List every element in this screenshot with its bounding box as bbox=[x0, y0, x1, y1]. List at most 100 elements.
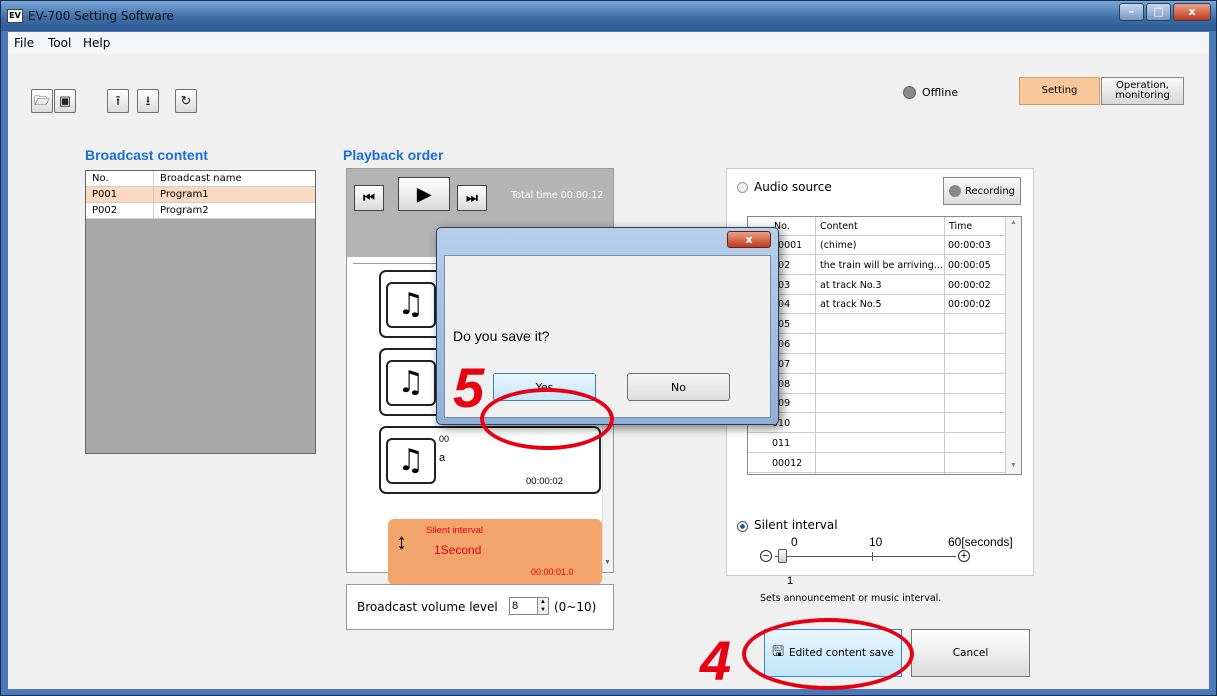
menu-tool[interactable]: Tool bbox=[48, 36, 71, 50]
recording-label: Recording bbox=[964, 185, 1015, 197]
close-window-button[interactable]: x bbox=[1173, 3, 1211, 21]
table-row[interactable]: 003 at track No.3 00:00:02 bbox=[748, 276, 1006, 295]
cell-content: at track No.5 bbox=[820, 299, 882, 311]
item-text: a bbox=[439, 452, 446, 464]
download-button[interactable]: ⭳ bbox=[137, 89, 159, 113]
volume-input[interactable]: 8 bbox=[509, 597, 539, 615]
column-header: Broadcast name bbox=[160, 173, 242, 184]
open-folder-button[interactable]: 🗁 bbox=[31, 89, 53, 113]
broadcast-no: P002 bbox=[92, 205, 118, 216]
dialog-close-button[interactable]: x bbox=[727, 231, 771, 248]
decrease-button[interactable]: − bbox=[760, 550, 772, 562]
cell-content: at track No.3 bbox=[820, 279, 882, 291]
table-row[interactable]: P002 Program2 bbox=[86, 203, 315, 219]
cell-time: 00:00:02 bbox=[948, 299, 991, 311]
annotation-ring-4 bbox=[742, 618, 914, 690]
audio-source-label: Audio source bbox=[754, 180, 832, 194]
menu-bar: File Tool Help bbox=[8, 32, 1209, 54]
silent-value: 1Second bbox=[434, 543, 482, 557]
scale-max: 60[seconds] bbox=[948, 535, 1013, 549]
silent-interval-radio[interactable] bbox=[737, 521, 748, 532]
recording-button[interactable]: Recording bbox=[943, 177, 1021, 205]
plus-icon: + bbox=[960, 550, 968, 562]
volume-spinner[interactable]: ▲ ▼ bbox=[537, 597, 549, 615]
tab-operation-monitoring[interactable]: Operation, monitoring bbox=[1101, 77, 1184, 105]
slider-value: 1 bbox=[787, 575, 794, 587]
audio-source-radio[interactable] bbox=[737, 182, 748, 193]
silent-time: 00:00:01.0 bbox=[531, 567, 574, 577]
menu-file[interactable]: File bbox=[14, 36, 34, 50]
scroll-up-icon: ▲ bbox=[1010, 219, 1017, 226]
slider-thumb[interactable] bbox=[778, 549, 788, 563]
broadcast-content-title: Broadcast content bbox=[85, 147, 208, 163]
status-indicator-icon bbox=[903, 86, 916, 99]
volume-range: (0~10) bbox=[554, 600, 597, 614]
upload-button[interactable]: ⭱ bbox=[107, 89, 129, 113]
skip-back-icon: ⏮ bbox=[363, 190, 375, 205]
slider-tick bbox=[872, 552, 873, 561]
minus-icon: − bbox=[762, 550, 770, 562]
music-note-icon: ♫ bbox=[386, 438, 436, 484]
app-icon: EV bbox=[7, 9, 23, 23]
playback-order-title: Playback order bbox=[343, 147, 444, 163]
play-icon: ▶ bbox=[417, 184, 431, 204]
table-header: No. Broadcast name bbox=[86, 171, 315, 187]
minimize-button[interactable]: – bbox=[1119, 3, 1144, 21]
table-row[interactable]: 00012 bbox=[748, 454, 1006, 473]
column-header: Time bbox=[949, 221, 973, 232]
maximize-button[interactable]: □ bbox=[1146, 3, 1171, 21]
play-button[interactable]: ▶ bbox=[398, 177, 450, 211]
tab-setting[interactable]: Setting bbox=[1019, 77, 1100, 105]
reset-button[interactable]: ↻ bbox=[175, 89, 197, 113]
annotation-ring-5 bbox=[480, 388, 614, 450]
no-button[interactable]: No bbox=[627, 373, 730, 401]
silent-interval-label: Silent interval bbox=[754, 518, 838, 532]
table-row[interactable]: 004 at track No.5 00:00:02 bbox=[748, 295, 1006, 315]
volume-label: Broadcast volume level bbox=[357, 600, 498, 614]
table-row[interactable]: 005 bbox=[748, 315, 1006, 335]
previous-button[interactable]: ⏮ bbox=[354, 185, 384, 211]
title-bar[interactable]: EV EV-700 Setting Software – □ x bbox=[1, 1, 1216, 31]
upload-icon: ⭱ bbox=[115, 93, 121, 108]
scrollbar[interactable]: ▲ ▼ bbox=[1006, 217, 1021, 474]
cell-no: 011 bbox=[772, 438, 791, 449]
broadcast-name: Program1 bbox=[160, 189, 209, 200]
table-row[interactable]: 011 bbox=[748, 434, 1006, 453]
annotation-step-5: 5 bbox=[453, 356, 485, 419]
broadcast-name: Program2 bbox=[160, 205, 209, 216]
table-row[interactable]: P001 Program1 bbox=[86, 187, 315, 203]
increase-button[interactable]: + bbox=[958, 550, 970, 562]
total-time: Total time 00:00:12 bbox=[511, 190, 604, 201]
broadcast-content-table: No. Broadcast name P001 Program1 P002 Pr… bbox=[85, 170, 316, 454]
scale-min: 0 bbox=[791, 535, 798, 549]
cell-content: (chime) bbox=[820, 240, 857, 251]
music-note-icon: ♫ bbox=[386, 360, 436, 406]
table-row[interactable]: 002 the train will be arriving... 00:00:05 bbox=[748, 256, 1006, 275]
column-header: Content bbox=[820, 221, 858, 232]
interval-arrow-icon: ↕ bbox=[396, 529, 407, 554]
cancel-button[interactable]: Cancel bbox=[911, 629, 1030, 677]
table-row[interactable]: 006 bbox=[748, 335, 1006, 354]
scroll-down-icon: ▼ bbox=[1010, 462, 1017, 469]
table-row[interactable]: 007 bbox=[748, 355, 1006, 374]
save-file-button[interactable]: ▣ bbox=[54, 89, 76, 113]
dialog-message: Do you save it? bbox=[453, 328, 550, 344]
open-folder-icon: 🗁 bbox=[33, 93, 51, 108]
cell-time: 00:00:05 bbox=[948, 259, 991, 271]
silent-interval-item[interactable]: ↕ Silent interval 1Second 00:00:01.0 bbox=[388, 519, 602, 585]
item-duration: 00:00:02 bbox=[526, 476, 563, 487]
scale-mid: 10 bbox=[869, 535, 883, 549]
reset-icon: ↻ bbox=[180, 93, 192, 108]
menu-help[interactable]: Help bbox=[83, 36, 110, 50]
column-divider bbox=[153, 171, 154, 219]
column-header: No. bbox=[92, 173, 109, 184]
table-row[interactable]: 010 bbox=[748, 414, 1006, 434]
save-confirm-dialog: x Do you save it? Yes No bbox=[436, 227, 779, 425]
item-time: 00 bbox=[439, 434, 450, 444]
next-button[interactable]: ⏭ bbox=[457, 185, 487, 211]
table-row[interactable]: 009 bbox=[748, 394, 1006, 414]
slider-track[interactable] bbox=[775, 556, 956, 557]
window-title: EV-700 Setting Software bbox=[28, 9, 174, 23]
table-row[interactable]: 008 bbox=[748, 375, 1006, 394]
table-row[interactable]: 00001 (chime) 00:00:03 bbox=[748, 236, 1006, 255]
